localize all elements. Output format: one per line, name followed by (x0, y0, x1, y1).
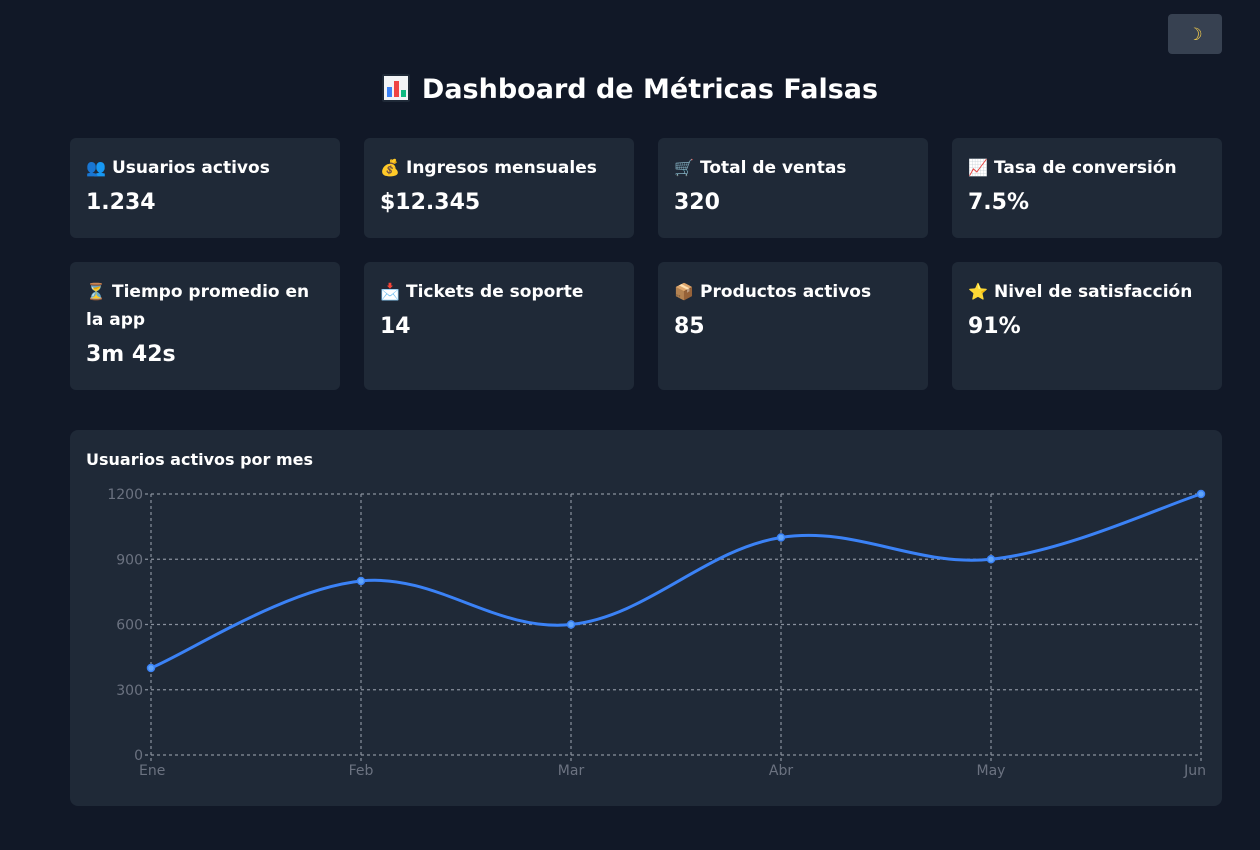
x-tick-label: Mar (558, 763, 585, 779)
card-value: $12.345 (380, 190, 481, 215)
data-point (566, 620, 576, 629)
hourglass-icon: ⏳ (86, 282, 106, 301)
package-icon: 📦 (674, 282, 694, 301)
card-label: 📦 Productos activos (674, 278, 912, 306)
card-value: 14 (380, 314, 411, 339)
y-tick-label: 0 (134, 748, 143, 764)
metric-card-avg-time: ⏳ Tiempo promedio en la app 3m 42s (70, 262, 340, 390)
card-label: 📩 Tickets de soporte (380, 278, 618, 306)
chart-panel: Usuarios activos por mes 0 300 600 900 1200 E… (70, 430, 1222, 806)
card-label: 💰 Ingresos mensuales (380, 154, 618, 182)
card-label: 🛒 Total de ventas (674, 154, 912, 182)
x-tick-label: May (977, 763, 1006, 779)
y-tick-label: 600 (116, 618, 143, 634)
page-title: Dashboard de Métricas Falsas (0, 70, 1260, 110)
bar-chart-icon (381, 74, 410, 102)
card-value: 320 (674, 190, 720, 215)
inbox-icon: 📩 (380, 282, 400, 301)
card-label: ⏳ Tiempo promedio en la app (86, 278, 324, 334)
page-title-text: Dashboard de Métricas Falsas (421, 74, 879, 105)
trend-up-icon: 📈 (968, 158, 988, 177)
metric-card-active-products: 📦 Productos activos 85 (658, 262, 928, 390)
card-value: 91% (968, 314, 1021, 339)
metric-card-support-tickets: 📩 Tickets de soporte 14 (364, 262, 634, 390)
data-point (776, 533, 786, 542)
theme-toggle-button[interactable]: ☽ (1168, 14, 1222, 54)
x-tick-label: Abr (769, 763, 793, 779)
card-value: 3m 42s (86, 342, 176, 367)
y-tick-label: 300 (116, 683, 143, 699)
y-tick-label: 900 (116, 552, 143, 568)
y-tick-label: 1200 (107, 487, 143, 503)
data-point (356, 576, 366, 586)
metric-card-total-sales: 🛒 Total de ventas 320 (658, 138, 928, 238)
data-point (1196, 489, 1206, 499)
card-label: 📈 Tasa de conversión (968, 154, 1206, 182)
metric-card-active-users: 👥 Usuarios activos 1.234 (70, 138, 340, 238)
card-value: 85 (674, 314, 705, 339)
x-tick-label: Jun (1183, 763, 1206, 779)
data-point (146, 663, 156, 673)
x-tick-label: Feb (349, 763, 374, 779)
series-line (150, 492, 1202, 670)
card-label: ⭐ Nivel de satisfacción (968, 278, 1206, 306)
card-value: 1.234 (86, 190, 156, 215)
line-chart: 0 300 600 900 1200 Ene Feb Mar Abr May Jun (107, 487, 1206, 779)
cart-icon: 🛒 (674, 158, 694, 177)
card-value: 7.5% (968, 190, 1030, 215)
card-label: 👥 Usuarios activos (86, 154, 324, 182)
metric-card-monthly-revenue: 💰 Ingresos mensuales $12.345 (364, 138, 634, 238)
moon-icon: ☽ (1187, 25, 1203, 45)
users-icon: 👥 (86, 158, 106, 177)
money-bag-icon: 💰 (380, 158, 400, 177)
metric-card-satisfaction: ⭐ Nivel de satisfacción 91% (952, 262, 1222, 390)
data-point (986, 555, 996, 564)
star-icon: ⭐ (968, 282, 988, 301)
metric-card-conversion-rate: 📈 Tasa de conversión 7.5% (952, 138, 1222, 238)
x-tick-label: Ene (139, 763, 165, 779)
